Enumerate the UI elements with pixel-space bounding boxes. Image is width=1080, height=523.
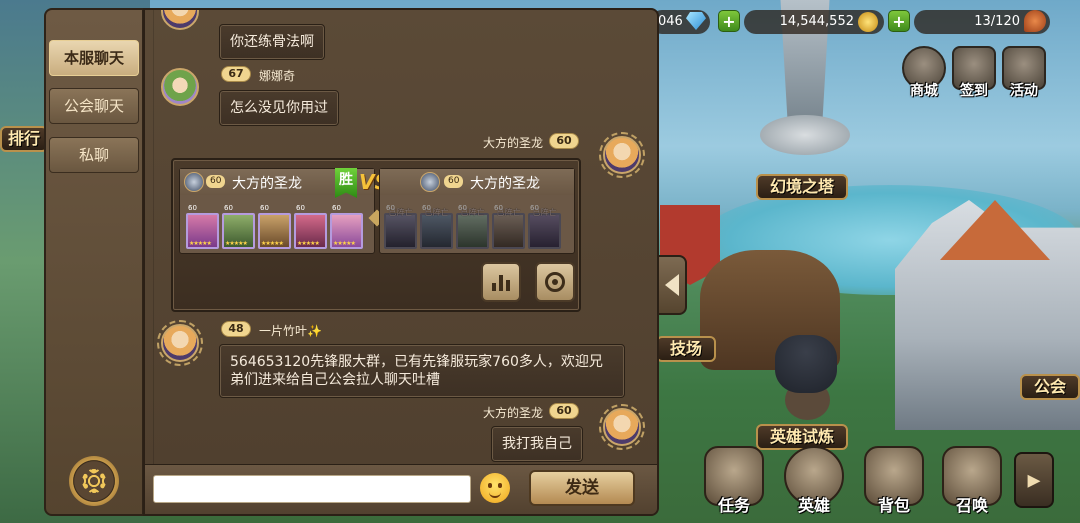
stamina-value: 13/120: [974, 14, 1020, 29]
emoji-icon[interactable]: [480, 473, 510, 503]
hero-trial-statue[interactable]: [775, 335, 837, 393]
avatar: [184, 172, 204, 192]
tower-plaque[interactable]: 幻境之塔: [756, 174, 849, 200]
hero-portrait: 60 ★★★★★: [258, 204, 291, 249]
hero-level: 60: [332, 204, 341, 212]
coin-icon: [858, 12, 878, 32]
hero-level: 60: [188, 204, 197, 212]
hero-portrait: 60 ★★★★★: [294, 204, 327, 249]
hero-level: 60: [386, 204, 395, 212]
star-rating-icon: ★★★★★: [297, 240, 320, 247]
collapse-chat-arrow-icon[interactable]: [657, 255, 687, 315]
gems-value: 046: [658, 14, 683, 29]
hero-portrait: 已阵亡 60: [456, 204, 489, 249]
add-gems-button[interactable]: +: [718, 10, 740, 32]
signin-label: 签到: [960, 83, 988, 99]
event-label: 活动: [1010, 83, 1038, 99]
hero-level: 60: [494, 204, 503, 212]
battle-stats-button[interactable]: [481, 262, 521, 302]
avatar[interactable]: [599, 404, 645, 450]
level-badge: 60: [444, 175, 464, 188]
add-gold-button[interactable]: +: [888, 10, 910, 32]
hero-portrait: 60 ★★★★★: [330, 204, 363, 249]
chat-settings-button[interactable]: [69, 456, 119, 506]
star-rating-icon: ★★★★★: [189, 240, 212, 247]
hero-level: 60: [260, 204, 269, 212]
hero-level: 60: [422, 204, 431, 212]
hero-label: 英雄: [797, 496, 830, 515]
hero-portrait: 60 ★★★★★: [186, 204, 219, 249]
send-button[interactable]: 发送: [529, 470, 635, 506]
chat-bubble: 我打我自己: [491, 426, 583, 462]
battle-replay-button[interactable]: [535, 262, 575, 302]
chat-bubble: 你还练骨法啊: [219, 24, 325, 60]
hero-portrait: 已阵亡 60: [420, 204, 453, 249]
avatar[interactable]: [161, 68, 199, 106]
hero-level: 60: [530, 204, 539, 212]
level-badge: 60: [549, 133, 579, 149]
tab-server-chat[interactable]: 本服聊天: [49, 40, 139, 76]
avatar[interactable]: [599, 132, 645, 178]
shop-label: 商城: [910, 83, 938, 99]
guild-plaque[interactable]: 公会: [1020, 374, 1080, 400]
hero-portrait: 已阵亡 60: [492, 204, 525, 249]
chat-bubble: 怎么没见你用过: [219, 90, 339, 126]
hero-level: 60: [458, 204, 467, 212]
hero-level: 60: [296, 204, 305, 212]
chat-input-bar: 发送: [145, 464, 657, 514]
battle-loser-side: 60 大方的圣龙 已阵亡 60 已阵亡 60 已阵亡 60 已阵亡 60 已阵亡 60: [379, 168, 575, 254]
star-rating-icon: ★★★★★: [225, 240, 248, 247]
avatar: [420, 172, 440, 192]
task-label: 任务: [717, 496, 750, 515]
gear-icon: [82, 469, 106, 493]
hero-portrait: 60 ★★★★★: [222, 204, 255, 249]
hero-level: 60: [224, 204, 233, 212]
level-badge: 67: [221, 66, 251, 82]
leaderboard-plaque[interactable]: 排行: [0, 126, 49, 152]
stamina-meat-icon: [1024, 10, 1046, 32]
hero-trial-plaque[interactable]: 英雄试炼: [756, 424, 849, 450]
hero-portrait: 已阵亡 60: [528, 204, 561, 249]
avatar[interactable]: [157, 320, 203, 366]
bar-chart-icon: [492, 275, 510, 291]
chat-tab-bar: 本服聊天 公会聊天 私聊: [44, 8, 144, 516]
star-rating-icon: ★★★★★: [261, 240, 284, 247]
more-menu-arrow-icon[interactable]: ▸: [1014, 452, 1054, 508]
sender-name[interactable]: 大方的圣龙: [483, 404, 543, 421]
tower-platform: [760, 115, 850, 155]
sender-name[interactable]: 一片竹叶✨: [259, 322, 322, 339]
player-name: 大方的圣龙: [470, 176, 540, 192]
chat-panel: 你还练骨法啊 67 娜娜奇 怎么没见你用过 大方的圣龙 60 60 大方的圣龙 …: [143, 8, 659, 516]
replay-icon: [545, 272, 565, 292]
star-rating-icon: ★★★★★: [333, 240, 356, 247]
gold-value: 14,544,552: [779, 14, 854, 29]
tab-guild-chat[interactable]: 公会聊天: [49, 88, 139, 124]
chat-message-input[interactable]: [153, 475, 471, 503]
tab-private-chat[interactable]: 私聊: [49, 137, 139, 173]
level-badge: 48: [221, 321, 251, 337]
player-name: 大方的圣龙: [232, 176, 302, 192]
level-badge: 60: [206, 175, 226, 188]
sender-name[interactable]: 娜娜奇: [259, 67, 295, 84]
battle-report-card[interactable]: 60 大方的圣龙 60 ★★★★★ 60 ★★★★★ 60 ★★★★★ 60 ★★★★★…: [171, 158, 581, 312]
bag-label: 背包: [877, 496, 910, 515]
summon-label: 召唤: [955, 496, 988, 515]
level-badge: 60: [549, 403, 579, 419]
chat-bubble: 564653120先锋服大群，已有先锋服玩家760多人，欢迎兄弟们进来给自己公会…: [219, 344, 625, 398]
sender-name[interactable]: 大方的圣龙: [483, 134, 543, 151]
hero-portrait: 已阵亡 60: [384, 204, 417, 249]
arena-plaque[interactable]: 技场: [656, 336, 717, 362]
